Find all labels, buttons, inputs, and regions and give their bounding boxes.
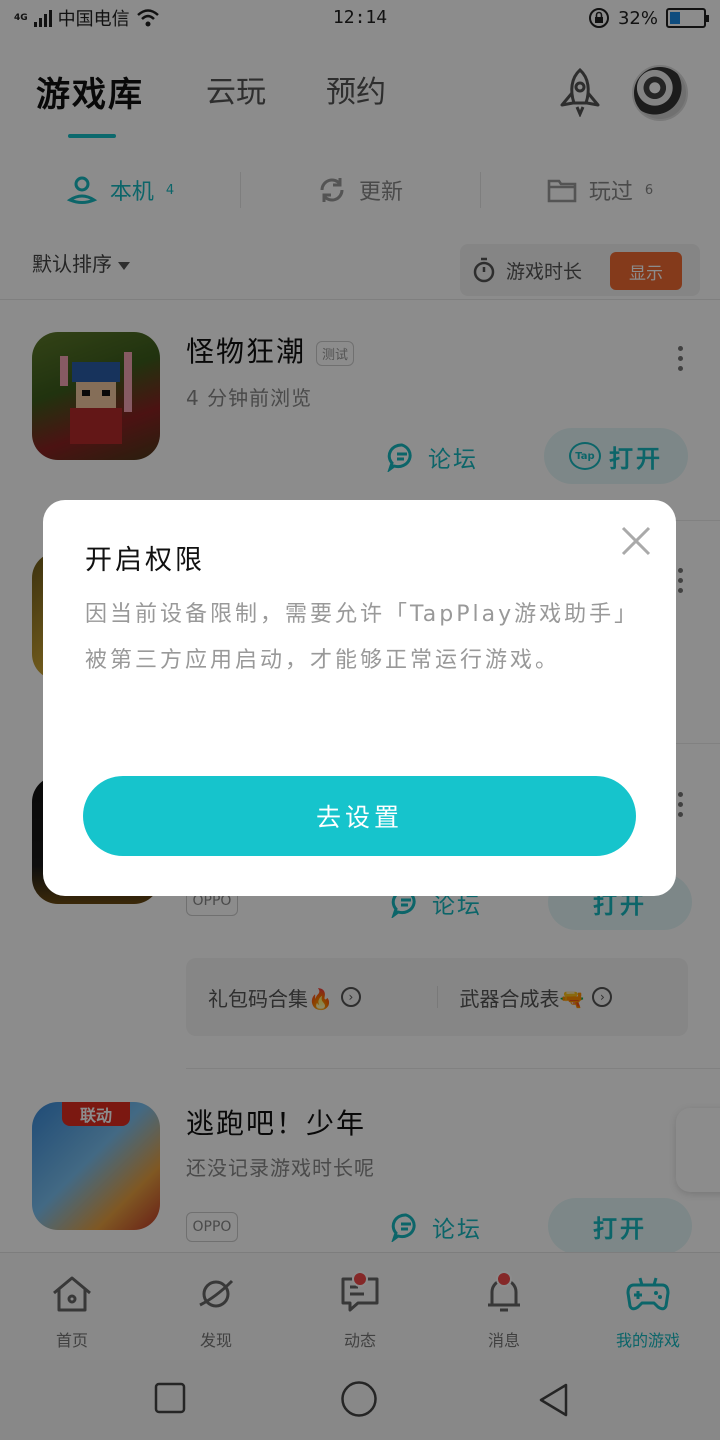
dialog-title: 开启权限: [85, 545, 205, 576]
close-icon[interactable]: [619, 524, 653, 558]
go-settings-button[interactable]: 去设置: [83, 776, 636, 856]
permission-dialog: 开启权限 因当前设备限制，需要允许「TapPlay游戏助手」被第三方应用启动，才…: [43, 500, 676, 896]
dialog-message: 因当前设备限制，需要允许「TapPlay游戏助手」被第三方应用启动，才能够正常运…: [85, 602, 629, 673]
